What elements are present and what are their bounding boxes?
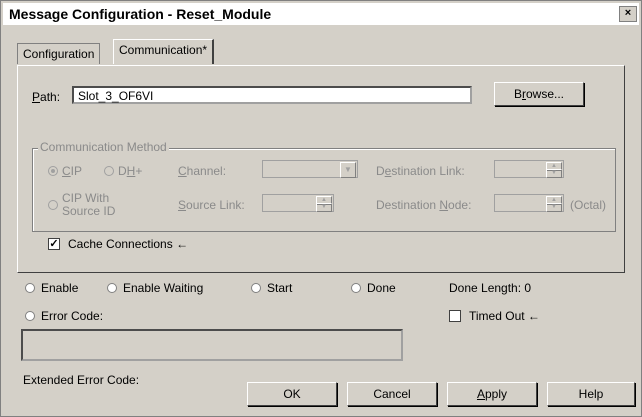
spin-down-icon[interactable]: ▼ (546, 203, 562, 212)
cip-label: CIP (62, 164, 83, 178)
done-length-label: Done Length: 0 (449, 281, 532, 295)
spin-down-icon[interactable]: ▼ (316, 203, 332, 212)
source-link-spinner[interactable]: ▲ ▼ (262, 194, 334, 212)
tab-communication[interactable]: Communication* (113, 39, 215, 64)
communication-panel: Path: Slot_3_OF6VI Browse... Communicati… (17, 65, 625, 273)
title-bar: Message Configuration - Reset_Module × (3, 3, 639, 25)
arrow-left-icon: ← (527, 309, 540, 323)
destination-node-spinner[interactable]: ▲ ▼ (494, 194, 564, 212)
done-indicator (351, 283, 361, 293)
message-configuration-dialog: Message Configuration - Reset_Module × C… (0, 0, 642, 417)
timed-out-checkbox[interactable] (449, 310, 461, 322)
tab-configuration[interactable]: Configuration (17, 43, 101, 64)
extended-error-code-label: Extended Error Code: (23, 373, 140, 387)
enable-waiting-label: Enable Waiting (123, 281, 204, 295)
channel-label: Channel: (178, 164, 227, 178)
spin-down-icon[interactable]: ▼ (546, 169, 562, 178)
communication-method-legend: Communication Method (38, 140, 169, 154)
enable-label: Enable (41, 281, 79, 295)
path-input[interactable]: Slot_3_OF6VI (72, 86, 472, 104)
dh-plus-radio[interactable] (104, 166, 114, 176)
chevron-down-icon: ▼ (340, 162, 356, 178)
cip-with-source-id-radio[interactable] (48, 200, 58, 210)
browse-button[interactable]: Browse... (494, 82, 584, 106)
cancel-button[interactable]: Cancel (347, 382, 437, 406)
timed-out-label: Timed Out ← (469, 309, 540, 323)
cip-with-source-id-label: CIP With Source ID (62, 191, 116, 218)
error-code-indicator (25, 311, 35, 321)
enable-waiting-indicator (107, 283, 117, 293)
start-label: Start (267, 281, 293, 295)
close-icon[interactable]: × (619, 6, 637, 22)
octal-label: (Octal) (570, 198, 606, 212)
apply-button[interactable]: Apply (447, 382, 537, 406)
dh-plus-label: DH+ (118, 164, 143, 178)
cip-radio[interactable] (48, 166, 58, 176)
arrow-left-icon: ← (176, 237, 189, 251)
error-code-label: Error Code: (41, 309, 104, 323)
channel-dropdown[interactable]: ▼ (262, 160, 358, 178)
destination-link-spinner[interactable]: ▲ ▼ (494, 160, 564, 178)
start-indicator (251, 283, 261, 293)
ok-button[interactable]: OK (247, 382, 337, 406)
done-label: Done (367, 281, 396, 295)
destination-node-label: Destination Node: (376, 198, 472, 212)
error-code-field (21, 329, 403, 361)
destination-link-label: Destination Link: (376, 164, 465, 178)
enable-indicator (25, 283, 35, 293)
cache-connections-label: Cache Connections ← (68, 237, 189, 251)
path-label: Path: (32, 90, 61, 104)
cache-connections-checkbox[interactable]: ✓ (48, 238, 60, 250)
window-title: Message Configuration - Reset_Module (9, 6, 272, 22)
source-link-label: Source Link: (178, 198, 245, 212)
help-button[interactable]: Help (547, 382, 635, 406)
